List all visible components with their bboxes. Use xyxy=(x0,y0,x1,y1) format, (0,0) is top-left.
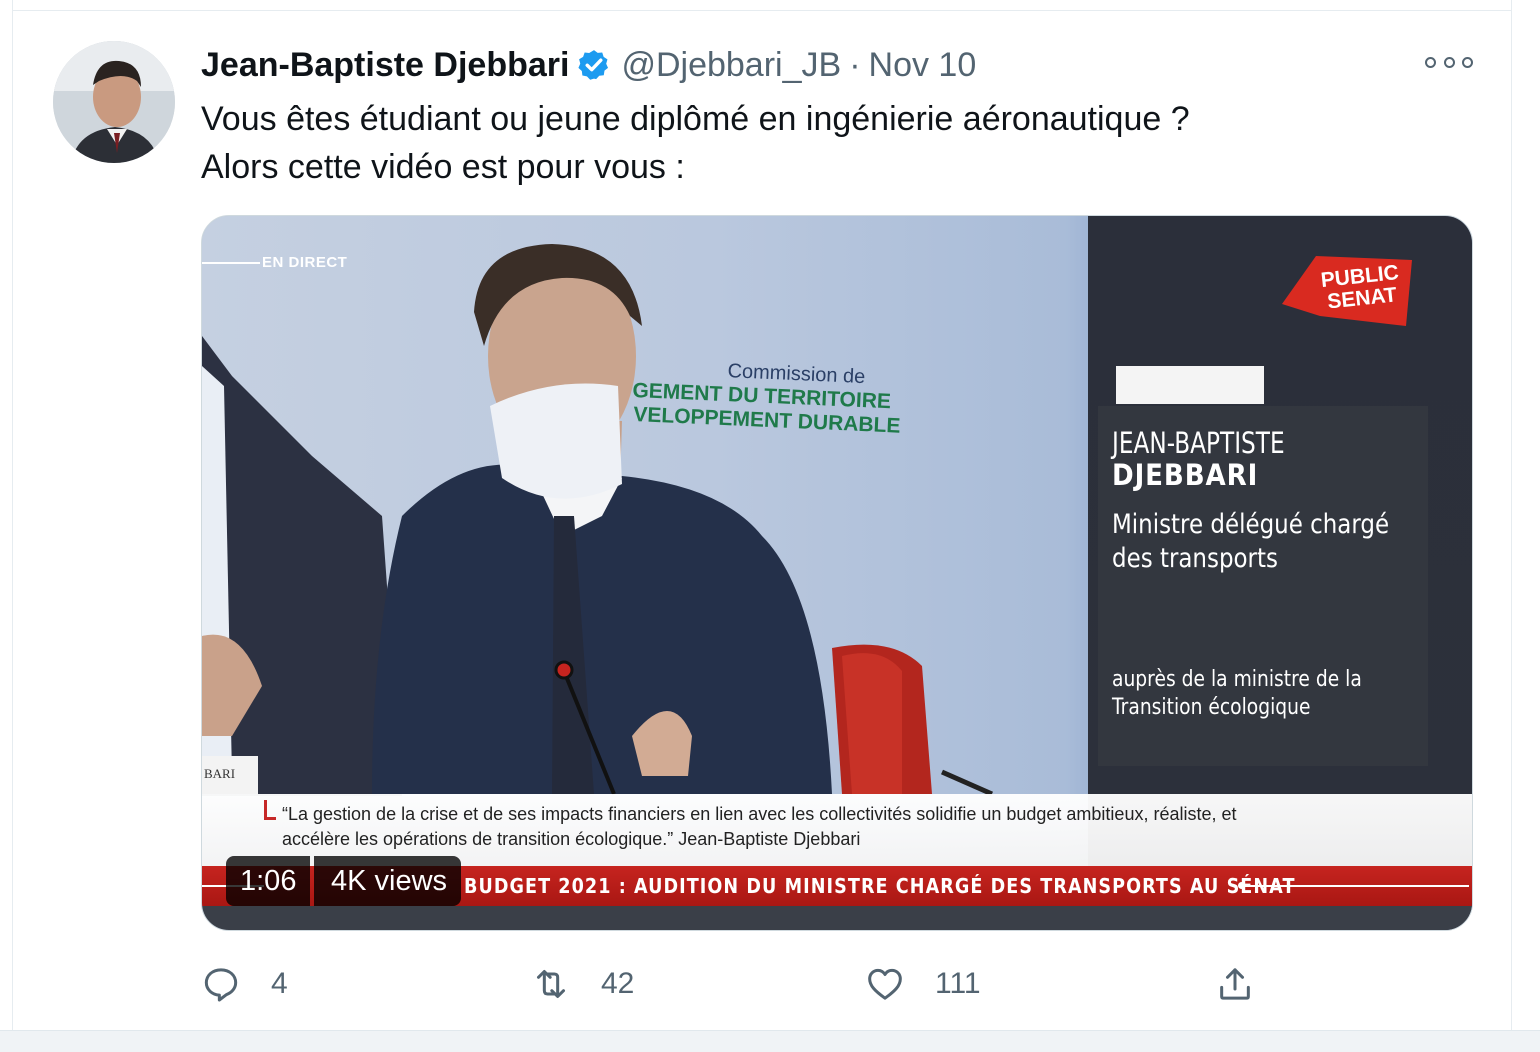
panel-first-name: JEAN-BAPTISTE xyxy=(1112,426,1285,460)
tweet-card[interactable]: Jean-Baptiste Djebbari @Djebbari_JB · No… xyxy=(13,11,1511,1030)
video-duration-badge: 1:06 xyxy=(226,856,311,906)
next-tweet-divider xyxy=(0,1030,1540,1052)
tweet-header: Jean-Baptiste Djebbari @Djebbari_JB · No… xyxy=(201,43,976,87)
reply-count: 4 xyxy=(271,967,288,1000)
share-icon xyxy=(1220,968,1250,1000)
retweet-button[interactable]: 42 xyxy=(531,959,634,1009)
retweet-icon xyxy=(537,970,565,998)
tweet-actions: 4 42 111 xyxy=(201,959,1473,1009)
live-indicator: EN DIRECT xyxy=(202,254,347,271)
quote-text: “La gestion de la crise et de ses impact… xyxy=(282,802,1462,852)
quote-line: “La gestion de la crise et de ses impact… xyxy=(282,804,1237,824)
video-player[interactable]: Commission de GEMENT DU TERRITOIRE VELOP… xyxy=(201,215,1473,931)
panel-subtitle: auprès de la ministre de la Transition é… xyxy=(1112,666,1401,722)
tweet-text-line: Alors cette vidéo est pour vous : xyxy=(201,148,685,186)
live-line xyxy=(202,261,260,264)
ticker-text: BUDGET 2021 : AUDITION DU MINISTRE CHARG… xyxy=(464,874,1296,898)
panel-role-line: des transports xyxy=(1112,543,1278,574)
share-button[interactable] xyxy=(1215,959,1255,1009)
like-button[interactable]: 111 xyxy=(865,959,981,1009)
live-label: EN DIRECT xyxy=(262,254,348,271)
ticker-right-line xyxy=(1244,885,1469,887)
heart-icon xyxy=(868,968,902,1000)
panel-sub-line: auprès de la ministre de la xyxy=(1112,667,1362,692)
reply-icon xyxy=(204,968,238,1002)
video-views-badge: 4K views xyxy=(314,856,462,906)
public-senat-logo-text: PUBLIC SENAT xyxy=(1314,261,1408,314)
author-handle[interactable]: @Djebbari_JB xyxy=(621,46,841,85)
more-dot xyxy=(1443,56,1455,68)
tweet-text-line: Vous êtes étudiant ou jeune diplômé en i… xyxy=(201,100,1190,138)
video-duration: 1:06 xyxy=(240,864,297,897)
info-panel-tab xyxy=(1116,366,1264,404)
video-views: 4K views xyxy=(331,864,448,897)
more-options-icon[interactable] xyxy=(1425,47,1473,77)
like-count: 111 xyxy=(935,967,981,1000)
panel-sub-line: Transition écologique xyxy=(1112,695,1311,720)
tweet-date[interactable]: Nov 10 xyxy=(869,46,977,85)
panel-role: Ministre délégué chargé des transports xyxy=(1112,508,1418,576)
panel-role-line: Ministre délégué chargé xyxy=(1112,509,1390,540)
frame-right-border xyxy=(1511,0,1512,1030)
author-name[interactable]: Jean-Baptiste Djebbari xyxy=(201,46,569,85)
panel-last-name: DJEBBARI xyxy=(1112,458,1259,492)
more-dot xyxy=(1462,56,1473,68)
verified-badge-icon xyxy=(578,50,609,80)
tweet-text: Vous êtes étudiant ou jeune diplômé en i… xyxy=(201,95,1461,191)
avatar[interactable] xyxy=(53,41,175,163)
reply-button[interactable]: 4 xyxy=(201,959,288,1009)
nameplate: BARI xyxy=(204,766,236,781)
quote-line: accélère les opérations de transition éc… xyxy=(282,829,861,849)
ticker-band-bottom xyxy=(202,906,1472,930)
avatar-image xyxy=(53,41,175,163)
more-dot xyxy=(1425,56,1436,68)
retweet-count: 42 xyxy=(601,967,635,1000)
quote-marker xyxy=(264,800,276,820)
header-separator: · xyxy=(849,45,861,84)
